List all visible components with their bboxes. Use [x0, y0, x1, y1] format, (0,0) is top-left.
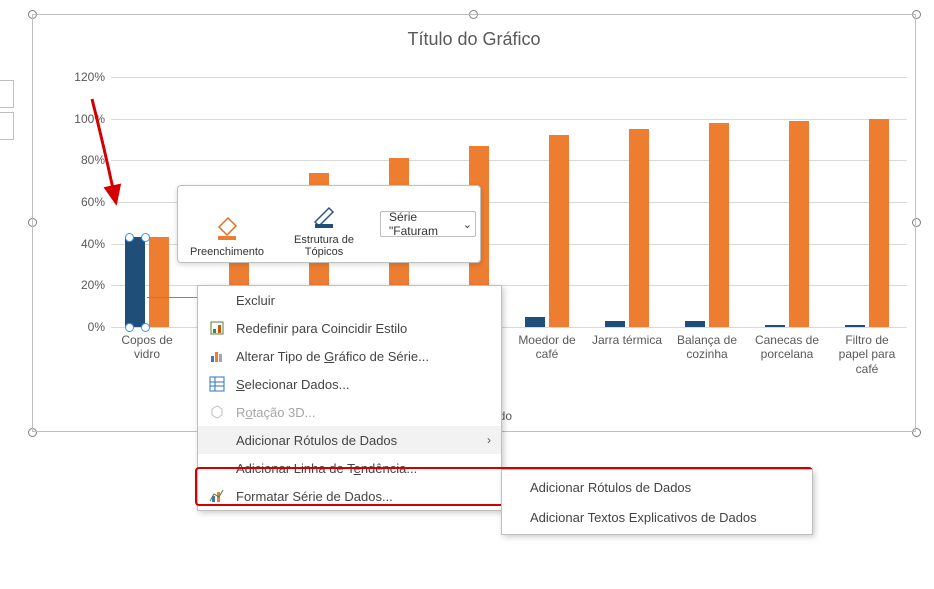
menu-3d-rotation: Rotação 3D...	[198, 398, 501, 426]
bar-series1[interactable]	[685, 321, 705, 327]
panel-stub	[0, 112, 14, 140]
submenu-add-data-labels[interactable]: Adicionar Rótulos de Dados	[502, 472, 812, 502]
series-selector-combo[interactable]: Série "Faturam ⌄	[380, 211, 476, 237]
menu-label: Formatar Série de Dados...	[236, 489, 393, 504]
bar-series1[interactable]	[605, 321, 625, 327]
submenu-data-labels: Adicionar Rótulos de Dados Adicionar Tex…	[501, 469, 813, 535]
select-data-icon	[208, 375, 226, 393]
bar-series1[interactable]	[525, 317, 545, 327]
outline-button[interactable]: Estrutura de Tópicos	[272, 189, 376, 259]
submenu-add-data-callouts[interactable]: Adicionar Textos Explicativos de Dados	[502, 502, 812, 532]
menu-label: Excluir	[236, 293, 275, 308]
menu-label: Adicionar Textos Explicativos de Dados	[530, 510, 757, 525]
ytick-label: 0%	[65, 320, 105, 334]
menu-add-data-labels[interactable]: Adicionar Rótulos de Dados ›	[198, 426, 501, 454]
menu-add-trendline[interactable]: Adicionar Linha de Tendência...	[198, 454, 501, 482]
bar-series2[interactable]	[149, 237, 169, 327]
bar-series2[interactable]	[789, 121, 809, 327]
format-series-icon	[208, 487, 226, 505]
outline-label: Estrutura de Tópicos	[280, 234, 368, 259]
context-menu: Excluir Redefinir para Coincidir Estilo …	[197, 285, 502, 511]
menu-label: Alterar Tipo de Gráfico de Série...	[236, 349, 429, 364]
bar-series2[interactable]	[549, 135, 569, 327]
submenu-arrow-icon: ›	[487, 433, 491, 447]
chevron-down-icon: ⌄	[463, 218, 472, 231]
ytick-label: 20%	[65, 278, 105, 292]
series-selection-handle[interactable]	[141, 323, 150, 332]
x-tick-label: Moedor de café	[511, 333, 583, 362]
menu-label: Adicionar Rótulos de Dados	[530, 480, 691, 495]
menu-label: Redefinir para Coincidir Estilo	[236, 321, 407, 336]
ytick-label: 100%	[65, 112, 105, 126]
bar-series2[interactable]	[869, 119, 889, 327]
ytick-label: 120%	[65, 70, 105, 84]
x-tick-label: Balança de cozinha	[671, 333, 743, 362]
fill-button[interactable]: Preenchimento	[182, 189, 272, 259]
cube-icon	[208, 403, 226, 421]
bar-series1[interactable]	[765, 325, 785, 327]
chart-title[interactable]: Título do Gráfico	[33, 29, 915, 50]
menu-change-chart-type[interactable]: Alterar Tipo de Gráfico de Série...	[198, 342, 501, 370]
series-selector-label: Série "Faturam	[389, 210, 457, 238]
bar-series1[interactable]	[845, 325, 865, 327]
x-tick-label: Filtro de papel para café	[831, 333, 903, 376]
reset-style-icon	[208, 319, 226, 337]
menu-label: Rotação 3D...	[236, 405, 316, 420]
menu-label: Adicionar Linha de Tendência...	[236, 461, 417, 476]
mini-toolbar: Preenchimento Estrutura de Tópicos Série…	[177, 185, 481, 263]
ytick-label: 80%	[65, 153, 105, 167]
fill-label: Preenchimento	[190, 246, 264, 259]
panel-stub	[0, 80, 14, 108]
menu-label: Adicionar Rótulos de Dados	[236, 433, 397, 448]
bar-series2[interactable]	[629, 129, 649, 327]
ytick-label: 60%	[65, 195, 105, 209]
ytick-label: 40%	[65, 237, 105, 251]
x-tick-label: Jarra térmica	[591, 333, 663, 347]
bar-series1[interactable]	[125, 237, 145, 327]
bar-series2[interactable]	[709, 123, 729, 327]
chart-type-icon	[208, 347, 226, 365]
menu-delete[interactable]: Excluir	[198, 286, 501, 314]
x-tick-label: Copos de vidro	[111, 333, 183, 362]
series-selection-handle[interactable]	[125, 323, 134, 332]
menu-label: Selecionar Dados...	[236, 377, 349, 392]
bucket-icon	[214, 212, 240, 246]
menu-reset-style[interactable]: Redefinir para Coincidir Estilo	[198, 314, 501, 342]
pen-icon	[311, 200, 337, 234]
menu-select-data[interactable]: Selecionar Dados...	[198, 370, 501, 398]
x-tick-label: Canecas de porcelana	[751, 333, 823, 362]
menu-format-series[interactable]: Formatar Série de Dados...	[198, 482, 501, 510]
